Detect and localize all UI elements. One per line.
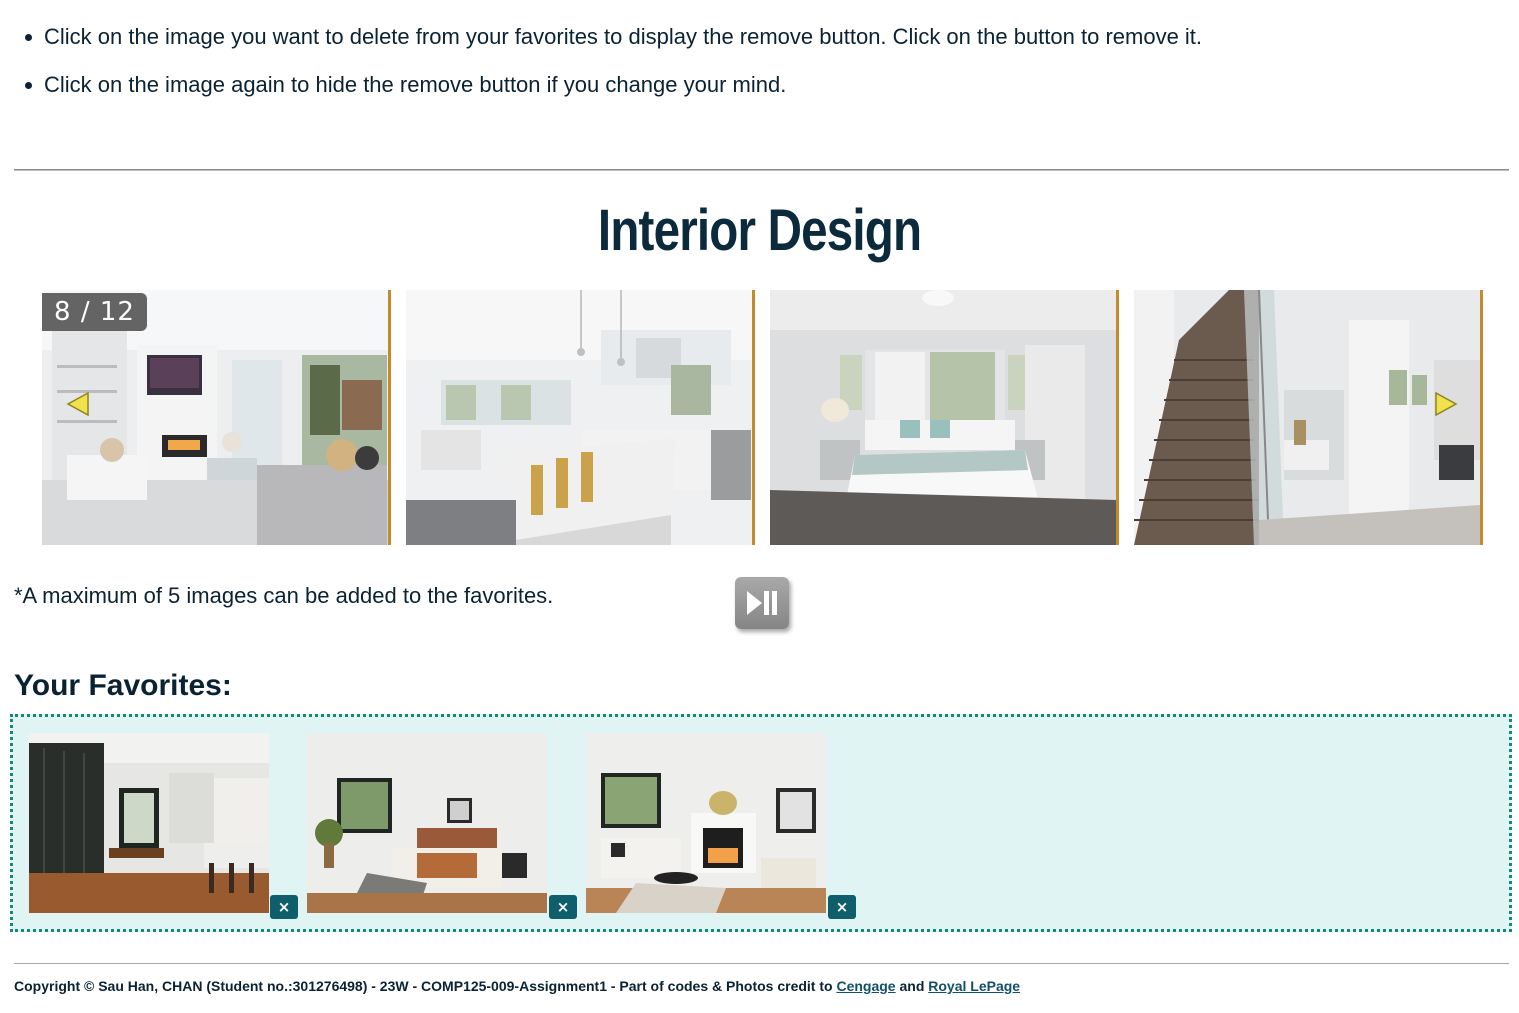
carousel-slide[interactable]: [1134, 290, 1483, 545]
favorite-image[interactable]: [586, 733, 826, 913]
cengage-link[interactable]: Cengage: [836, 978, 895, 994]
carousel-slide[interactable]: [770, 290, 1119, 545]
carousel-slide[interactable]: [406, 290, 755, 545]
remove-button[interactable]: ×: [549, 895, 577, 919]
favorites-heading: Your Favorites:: [14, 669, 232, 702]
chevron-left-icon[interactable]: [66, 391, 92, 417]
chevron-right-icon[interactable]: [1432, 391, 1458, 417]
instruction-item: Click on the image you want to delete fr…: [24, 24, 1203, 49]
favorite-image[interactable]: [307, 733, 547, 913]
divider: [14, 169, 1509, 171]
copyright-text: Copyright © Sau Han, CHAN (Student no.:3…: [14, 978, 833, 994]
favorite-image[interactable]: [29, 733, 269, 913]
footer-divider: [14, 963, 1509, 964]
page-title: Interior Design: [597, 198, 922, 263]
favorites-container: × × ×: [10, 714, 1512, 932]
remove-button[interactable]: ×: [828, 895, 856, 919]
slide-counter: 8 / 12: [42, 293, 147, 331]
royal-lepage-link[interactable]: Royal LePage: [928, 978, 1020, 994]
favorites-limit-note: *A maximum of 5 images can be added to t…: [14, 583, 554, 608]
play-pause-icon: [747, 591, 777, 615]
play-pause-button[interactable]: [735, 577, 789, 629]
footer: Copyright © Sau Han, CHAN (Student no.:3…: [14, 976, 1020, 996]
instruction-item: Click on the image again to hide the rem…: [24, 72, 787, 97]
remove-button[interactable]: ×: [270, 895, 298, 919]
image-carousel[interactable]: 8 / 12: [42, 290, 1483, 545]
footer-and: and: [899, 978, 925, 994]
